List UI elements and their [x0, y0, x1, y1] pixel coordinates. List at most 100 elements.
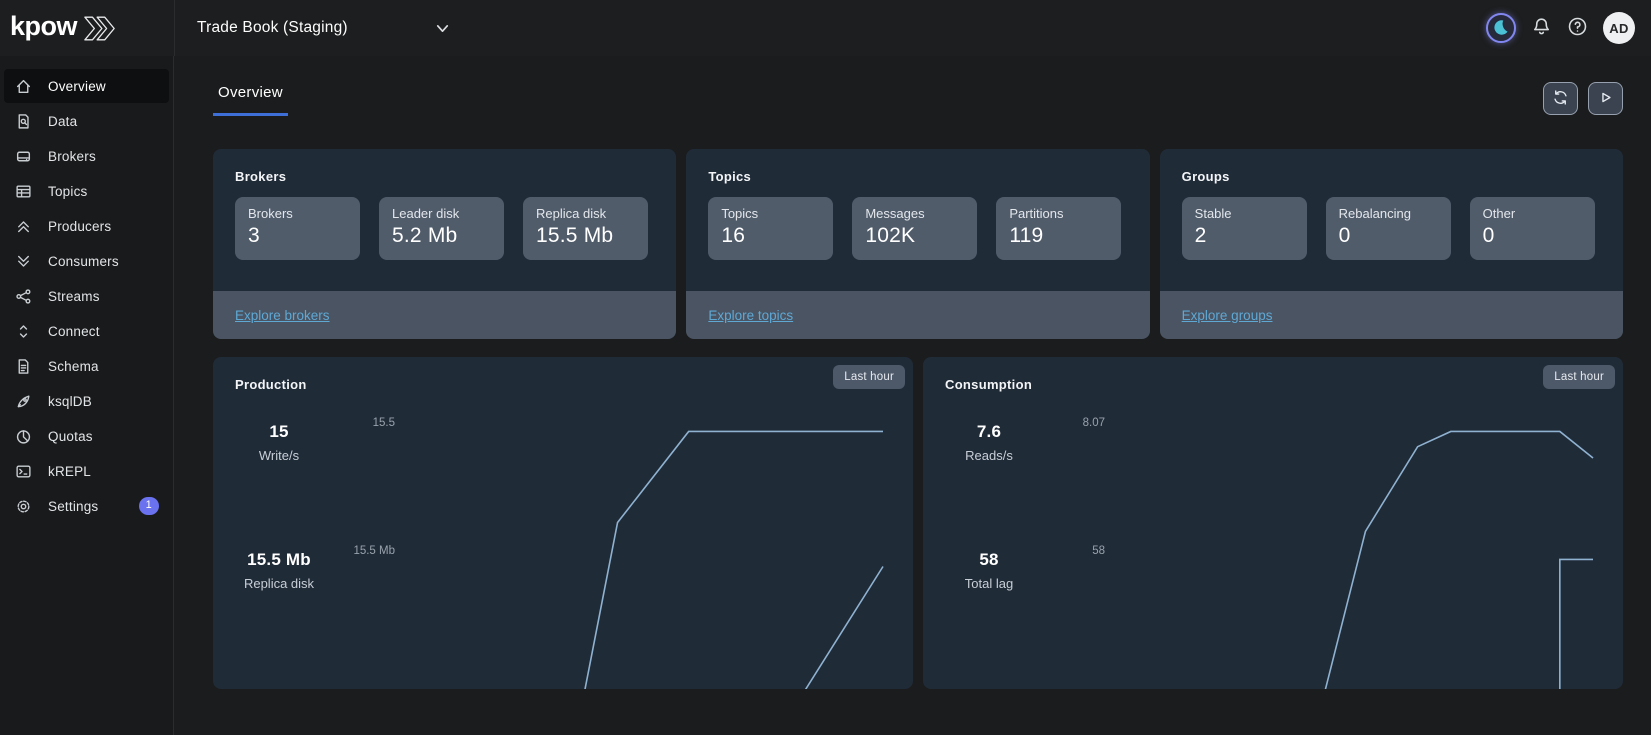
sidebar-item-label: Connect — [48, 324, 100, 339]
sidebar-item-label: Consumers — [48, 254, 119, 269]
explore-link[interactable]: Explore topics — [708, 308, 793, 323]
stat-tile: Topics16 — [708, 197, 833, 260]
card-footer: Explore groups — [1160, 291, 1623, 339]
metric-row-reads: 7.6 Reads/s 8.07 0 — [941, 422, 1593, 498]
sidebar-item-consumers[interactable]: Consumers — [4, 244, 169, 278]
logo-chevrons-icon — [83, 16, 117, 41]
file-icon — [15, 358, 32, 375]
sidebar-item-connect[interactable]: Connect — [4, 314, 169, 348]
tab-overview[interactable]: Overview — [213, 82, 288, 116]
sidebar-item-label: Overview — [48, 79, 106, 94]
sidebar-item-label: ksqlDB — [48, 394, 92, 409]
total-lag-sparkline — [1119, 550, 1593, 689]
metric-value: 15.5 Mb — [231, 550, 327, 570]
sidebar-item-label: Producers — [48, 219, 111, 234]
card-footer: Explore topics — [686, 291, 1149, 339]
sidebar-item-label: Streams — [48, 289, 100, 304]
environment-selector[interactable]: Trade Book (Staging) — [197, 19, 451, 37]
sidebar-item-label: Quotas — [48, 429, 93, 444]
spark-max-label: 15.5 — [373, 417, 395, 429]
metric-value: 58 — [941, 550, 1037, 570]
settings-badge: 1 — [139, 497, 159, 514]
sidebar-item-krepl[interactable]: kREPL — [4, 454, 169, 488]
logo-text: kpow — [10, 13, 77, 44]
stat-label: Rebalancing — [1339, 206, 1438, 221]
chevrons-up-icon — [15, 218, 32, 235]
card-title: Production — [213, 357, 913, 392]
groups-card: GroupsStable2Rebalancing0Other0Explore g… — [1160, 149, 1623, 339]
sidebar-item-topics[interactable]: Topics — [4, 174, 169, 208]
time-range-badge: Last hour — [833, 365, 905, 389]
sidebar-item-label: Settings — [48, 499, 98, 514]
sidebar-item-ksqldb[interactable]: ksqlDB — [4, 384, 169, 418]
metric-row-writes: 15 Write/s 15.5 0 — [231, 422, 883, 498]
stat-value: 15.5 Mb — [536, 224, 635, 248]
stat-tile: Partitions 119 — [996, 197, 1121, 260]
play-button[interactable] — [1588, 82, 1623, 115]
stat-label: Topics — [721, 206, 820, 221]
sidebar-item-settings[interactable]: Settings 1 — [4, 489, 169, 523]
stat-tile: Stable2 — [1182, 197, 1307, 260]
explore-link[interactable]: Explore brokers — [235, 308, 330, 323]
stat-value: 119 — [1009, 224, 1108, 248]
chevron-down-icon — [434, 20, 451, 37]
brokers-card: BrokersBrokers3Leader disk5.2 MbReplica … — [213, 149, 676, 339]
home-icon — [15, 78, 32, 95]
production-card: Last hour Production 15 Write/s 15.5 0 — [213, 357, 913, 689]
app-root: kpow Trade Book (Staging) — [0, 0, 1651, 735]
metric-row-replica-disk: 15.5 Mb Replica disk 15.5 Mb 14.2 Mb — [231, 550, 883, 626]
sidebar-item-overview[interactable]: Overview — [4, 69, 169, 103]
sidebar-nav: Overview Data Brokers Topics Producers Consum… — [0, 69, 173, 523]
sidebar-item-schema[interactable]: Schema — [4, 349, 169, 383]
stat-tiles: Topics16Messages102KPartitions119 — [686, 184, 1149, 260]
metric-name: Write/s — [231, 448, 327, 463]
spark-max-label: 8.07 — [1083, 417, 1105, 429]
consumption-card: Last hour Consumption 7.6 Reads/s 8.07 0 — [923, 357, 1623, 689]
topics-card: TopicsTopics16Messages102KPartitions119E… — [686, 149, 1149, 339]
sidebar-item-streams[interactable]: Streams — [4, 279, 169, 313]
topbar-divider — [174, 0, 175, 56]
stat-label: Partitions — [1009, 206, 1108, 221]
card-title: Consumption — [923, 357, 1623, 392]
theme-toggle-button[interactable] — [1486, 13, 1516, 43]
avatar[interactable]: AD — [1603, 12, 1635, 44]
metric-name: Reads/s — [941, 448, 1037, 463]
metric-row-total-lag: 58 Total lag 58 34 — [941, 550, 1593, 626]
play-icon — [1597, 89, 1614, 109]
sidebar-item-label: Brokers — [48, 149, 96, 164]
question-circle-icon — [1567, 16, 1588, 40]
table-icon — [15, 183, 32, 200]
stat-tiles: Stable2 Rebalancing 0Other0 — [1160, 184, 1623, 260]
stat-tile: Replica disk 15.5 Mb — [523, 197, 648, 260]
sidebar-item-data[interactable]: Data — [4, 104, 169, 138]
share-icon — [15, 288, 32, 305]
drive-icon — [15, 148, 32, 165]
stat-value: 0 — [1483, 224, 1582, 248]
refresh-button[interactable] — [1543, 82, 1578, 115]
stat-label: Replica disk — [536, 206, 635, 221]
logo[interactable]: kpow — [10, 13, 174, 44]
metric-name: Replica disk — [231, 576, 327, 591]
stat-tile: Other0 — [1470, 197, 1595, 260]
sidebar-item-producers[interactable]: Producers — [4, 209, 169, 243]
chevrons-down-icon — [15, 253, 32, 270]
stat-label: Brokers — [248, 206, 347, 221]
card-title: Topics — [686, 149, 1149, 184]
help-button[interactable] — [1567, 16, 1588, 40]
sidebar-item-brokers[interactable]: Brokers — [4, 139, 169, 173]
header-actions — [1543, 82, 1623, 115]
stat-tiles: Brokers3Leader disk5.2 MbReplica disk15.… — [213, 184, 676, 260]
stat-value: 102K — [865, 224, 964, 248]
topbar: kpow Trade Book (Staging) — [0, 0, 1651, 56]
sidebar-item-quotas[interactable]: Quotas — [4, 419, 169, 453]
stat-cards-row: BrokersBrokers3Leader disk5.2 MbReplica … — [213, 149, 1623, 339]
main-content: Overview BrokersBrokers3Leader disk5.2 M… — [174, 56, 1651, 735]
connect-icon — [15, 323, 32, 340]
metric-name: Total lag — [941, 576, 1037, 591]
explore-link[interactable]: Explore groups — [1182, 308, 1273, 323]
main-header: Overview — [213, 82, 1623, 116]
notifications-button[interactable] — [1531, 16, 1552, 40]
gear-icon — [15, 498, 32, 515]
spark-max-label: 58 — [1092, 545, 1105, 557]
sidebar: Overview Data Brokers Topics Producers Consum… — [0, 56, 174, 735]
